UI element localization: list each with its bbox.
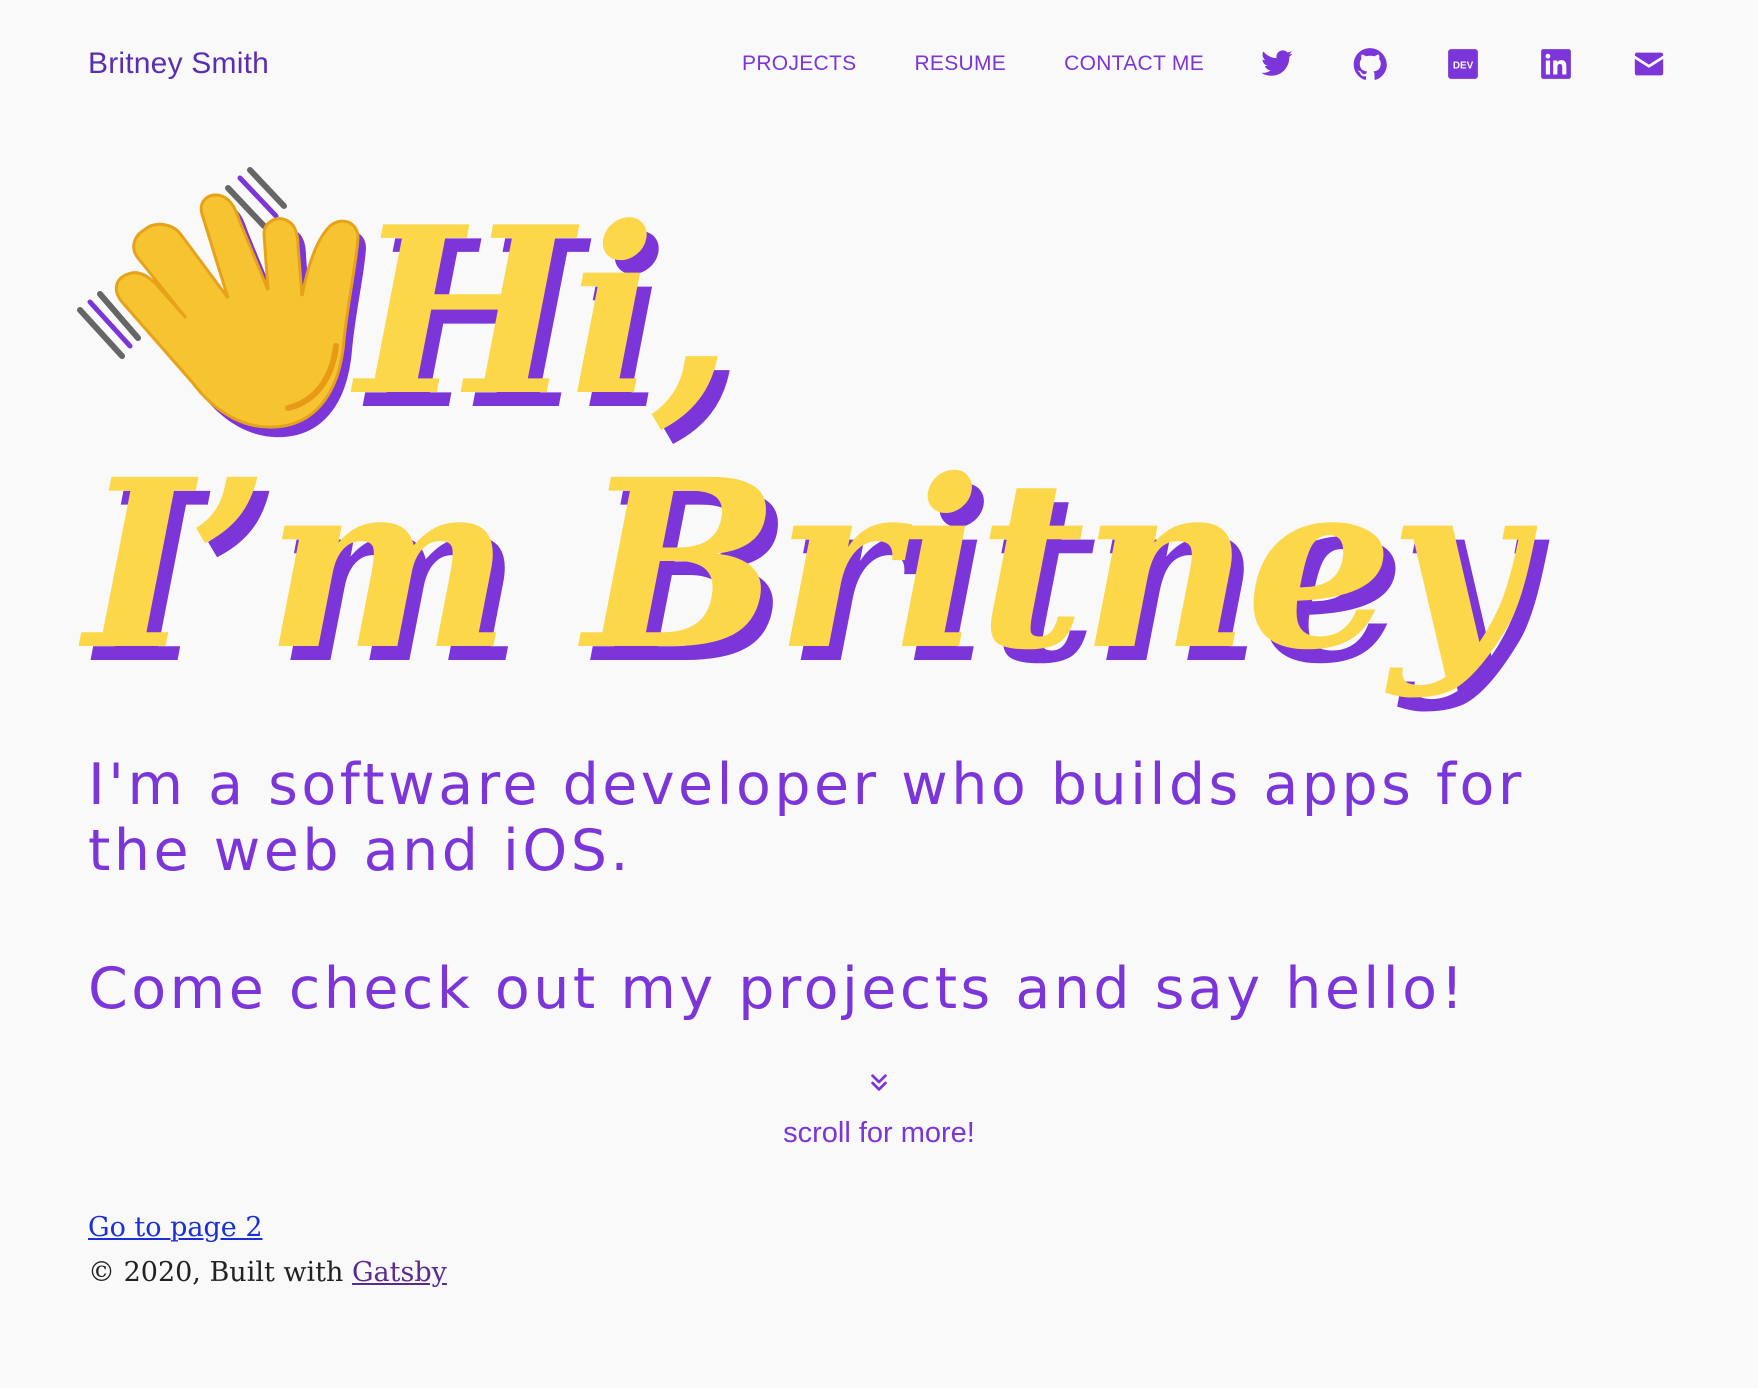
twitter-icon[interactable] xyxy=(1260,47,1294,81)
copyright-line: © 2020, Built with Gatsby xyxy=(88,1250,447,1295)
brand-name[interactable]: Britney Smith xyxy=(88,47,269,81)
page-footer: Go to page 2 © 2020, Built with Gatsby xyxy=(88,1205,447,1295)
github-icon[interactable] xyxy=(1353,47,1387,81)
email-icon[interactable] xyxy=(1632,47,1666,81)
hero-heading: Hi, Hi, I’m Britney I’m Britney xyxy=(77,167,1554,750)
svg-text:DEV: DEV xyxy=(1453,60,1474,71)
waving-hand-icon xyxy=(77,167,367,438)
main-nav: PROJECTS RESUME CONTACT ME DEV xyxy=(742,47,1666,81)
hero-graphic: Hi, Hi, I’m Britney I’m Britney xyxy=(77,167,1554,715)
gatsby-link[interactable]: Gatsby xyxy=(352,1257,447,1288)
chevrons-down-icon xyxy=(868,1072,890,1094)
cta-text: Come check out my projects and say hello… xyxy=(88,956,1467,1022)
nav-contact-me[interactable]: CONTACT ME xyxy=(1064,52,1204,76)
scroll-label: scroll for more! xyxy=(783,1117,975,1149)
intro-text: I'm a software developer who builds apps… xyxy=(88,752,1525,884)
hero-line-1: Hi, xyxy=(350,177,729,447)
linkedin-icon[interactable] xyxy=(1539,47,1573,81)
dev-icon[interactable]: DEV xyxy=(1446,47,1480,81)
scroll-indicator[interactable]: scroll for more! xyxy=(0,1072,1758,1150)
nav-resume[interactable]: RESUME xyxy=(914,52,1006,76)
nav-projects[interactable]: PROJECTS xyxy=(742,52,856,76)
site-header: Britney Smith PROJECTS RESUME CONTACT ME… xyxy=(88,36,1666,92)
social-links: DEV xyxy=(1260,47,1666,81)
copyright-text: © 2020, Built with xyxy=(88,1257,344,1288)
hero-line-2: I’m Britney xyxy=(78,428,1538,701)
page-2-link[interactable]: Go to page 2 xyxy=(88,1212,263,1243)
